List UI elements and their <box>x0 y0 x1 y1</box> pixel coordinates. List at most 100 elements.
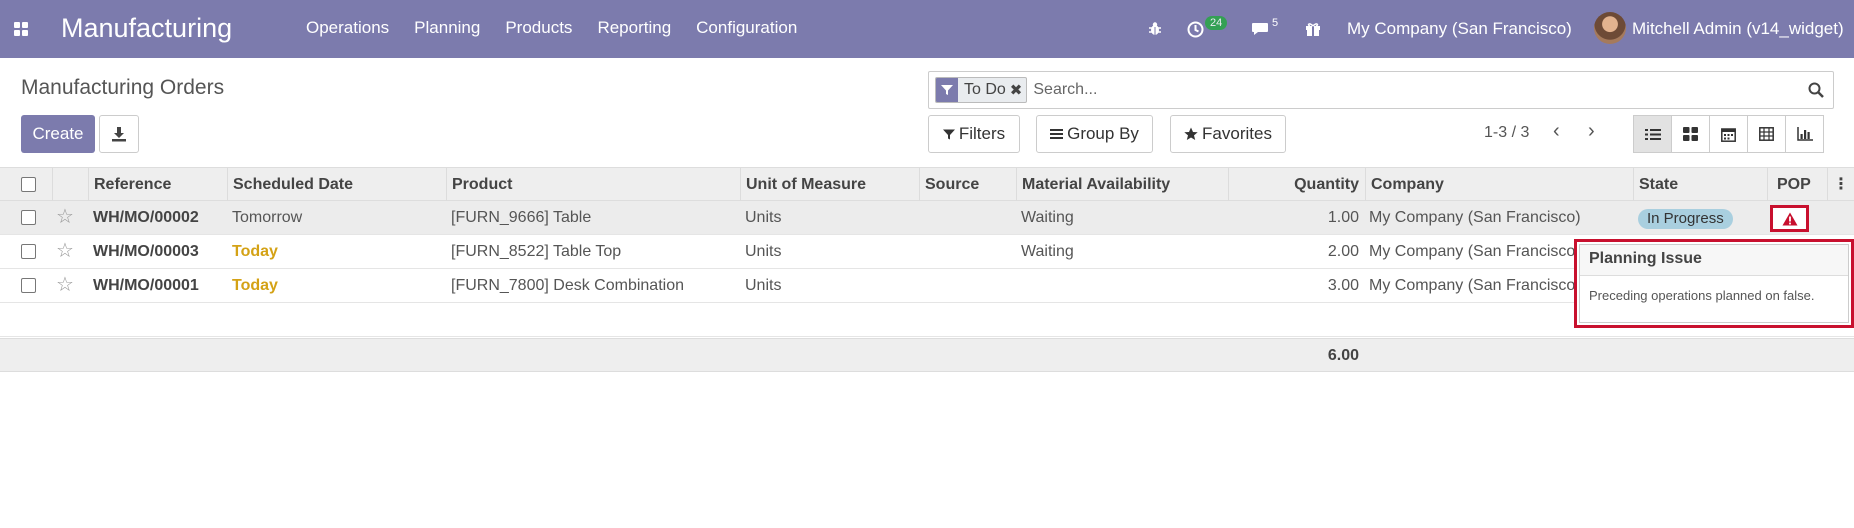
cell-material-availability: Waiting <box>1021 209 1074 226</box>
header-company[interactable]: Company <box>1365 168 1633 201</box>
header-source[interactable]: Source <box>919 168 1016 201</box>
filter-icon <box>942 129 955 139</box>
row-checkbox[interactable] <box>21 210 36 225</box>
activity-count-badge: 24 <box>1205 16 1228 30</box>
header-product[interactable]: Product <box>446 168 740 201</box>
app-title[interactable]: Manufacturing <box>61 13 232 44</box>
facet-label: To Do <box>964 81 1006 98</box>
table-header: Reference Scheduled Date Product Unit of… <box>0 167 1854 201</box>
status-badge: In Progress <box>1638 209 1733 229</box>
activity-clock-icon[interactable]: 24 <box>1187 14 1228 44</box>
export-button[interactable] <box>99 115 139 153</box>
total-quantity: 6.00 <box>1327 347 1359 364</box>
cell-company: My Company (San Francisco) <box>1369 243 1574 260</box>
menu-planning[interactable]: Planning <box>414 18 480 38</box>
cell-unit-of-measure: Units <box>745 243 782 260</box>
cell-source <box>924 269 1016 302</box>
debug-bug-icon[interactable] <box>1147 14 1163 44</box>
planning-issue-popover: Planning Issue Preceding operations plan… <box>1574 239 1854 328</box>
search-facet-todo[interactable]: To Do ✖ <box>935 77 1028 103</box>
bar-chart-icon <box>1796 127 1813 141</box>
cell-scheduled-date: Today <box>232 277 278 294</box>
messaging-chat-icon[interactable]: 5 <box>1251 14 1278 44</box>
cell-product: [FURN_8522] Table Top <box>451 243 622 260</box>
download-icon <box>112 127 126 142</box>
cell-quantity: 1.00 <box>1327 209 1359 226</box>
header-unit-of-measure[interactable]: Unit of Measure <box>740 168 919 201</box>
table-footer-totals: 6.00 <box>0 338 1854 372</box>
create-button[interactable]: Create <box>21 115 95 153</box>
popover-content: Planning Issue Preceding operations plan… <box>1579 244 1849 323</box>
cell-scheduled-date: Today <box>232 243 278 260</box>
bars-icon <box>1050 129 1064 139</box>
cell-material-availability: Waiting <box>1021 243 1074 260</box>
cell-source <box>924 201 1016 234</box>
filter-icon <box>936 78 958 102</box>
priority-star-icon[interactable]: ☆ <box>56 201 74 234</box>
favorites-label: Favorites <box>1202 124 1272 143</box>
menu-reporting[interactable]: Reporting <box>597 18 671 38</box>
menu-operations[interactable]: Operations <box>306 18 389 38</box>
cell-unit-of-measure: Units <box>745 277 782 294</box>
pivot-view-button[interactable] <box>1747 115 1786 153</box>
view-switcher <box>1633 115 1824 153</box>
kanban-view-button[interactable] <box>1671 115 1710 153</box>
pager-next-icon[interactable]: › <box>1588 120 1595 143</box>
list-view-button[interactable] <box>1633 115 1672 153</box>
gift-icon[interactable] <box>1305 14 1321 44</box>
pager-previous-icon[interactable]: ‹ <box>1553 120 1560 143</box>
group-by-button[interactable]: Group By <box>1036 115 1153 153</box>
optional-columns-icon[interactable]: ⋮ <box>1827 168 1854 201</box>
cell-company: My Company (San Francisco) <box>1369 209 1581 226</box>
menu-configuration[interactable]: Configuration <box>696 18 797 38</box>
list-icon <box>1644 128 1661 140</box>
cell-reference: WH/MO/00002 <box>93 209 199 226</box>
header-quantity[interactable]: Quantity <box>1228 168 1365 201</box>
header-material-availability[interactable]: Material Availability <box>1016 168 1228 201</box>
warning-triangle-icon <box>1782 212 1797 225</box>
row-checkbox[interactable] <box>21 244 36 259</box>
apps-menu-icon[interactable] <box>14 22 28 36</box>
planning-issue-warning-button[interactable] <box>1770 205 1809 232</box>
header-scheduled-date[interactable]: Scheduled Date <box>227 168 446 201</box>
pager-value[interactable]: 1-3 / 3 <box>1484 124 1529 142</box>
message-count-badge: 5 <box>1272 17 1279 29</box>
cell-scheduled-date: Tomorrow <box>232 209 303 226</box>
user-menu[interactable]: Mitchell Admin (v14_widget) <box>1632 19 1844 39</box>
row-checkbox[interactable] <box>21 278 36 293</box>
company-switcher[interactable]: My Company (San Francisco) <box>1347 19 1572 39</box>
table-icon <box>1759 127 1774 141</box>
calendar-view-button[interactable] <box>1709 115 1748 153</box>
header-priority[interactable] <box>52 168 89 201</box>
priority-star-icon[interactable]: ☆ <box>56 269 74 302</box>
priority-star-icon[interactable]: ☆ <box>56 235 74 268</box>
page-title: Manufacturing Orders <box>21 76 225 99</box>
cell-quantity: 3.00 <box>1327 277 1359 294</box>
search-input[interactable] <box>1027 75 1799 105</box>
cell-unit-of-measure: Units <box>745 209 782 226</box>
cell-material-availability <box>1021 269 1228 302</box>
cell-company: My Company (San Francisco) <box>1369 277 1574 294</box>
facet-remove-icon[interactable]: ✖ <box>1010 81 1027 99</box>
user-avatar[interactable] <box>1594 12 1626 44</box>
search-bar: To Do ✖ <box>928 71 1834 109</box>
graph-view-button[interactable] <box>1785 115 1824 153</box>
cell-reference: WH/MO/00003 <box>93 243 199 260</box>
calendar-icon <box>1721 127 1736 142</box>
popover-body: Preceding operations planned on false. <box>1589 288 1815 303</box>
table-row[interactable]: ☆ WH/MO/00002 Tomorrow [FURN_9666] Table… <box>0 201 1854 235</box>
cell-product: [FURN_7800] Desk Combination <box>451 277 684 294</box>
favorites-button[interactable]: Favorites <box>1170 115 1286 153</box>
popover-title: Planning Issue <box>1580 245 1848 276</box>
search-icon[interactable] <box>1799 82 1833 98</box>
cell-reference: WH/MO/00001 <box>93 277 199 294</box>
menu-products[interactable]: Products <box>505 18 572 38</box>
header-state[interactable]: State <box>1633 168 1767 201</box>
cell-product: [FURN_9666] Table <box>451 209 592 226</box>
top-navbar: Manufacturing Operations Planning Produc… <box>0 0 1854 58</box>
filters-button[interactable]: Filters <box>928 115 1020 153</box>
header-reference[interactable]: Reference <box>88 168 227 201</box>
kanban-icon <box>1683 127 1698 141</box>
select-all-checkbox[interactable] <box>21 177 36 192</box>
header-pop[interactable]: POP <box>1767 168 1827 201</box>
